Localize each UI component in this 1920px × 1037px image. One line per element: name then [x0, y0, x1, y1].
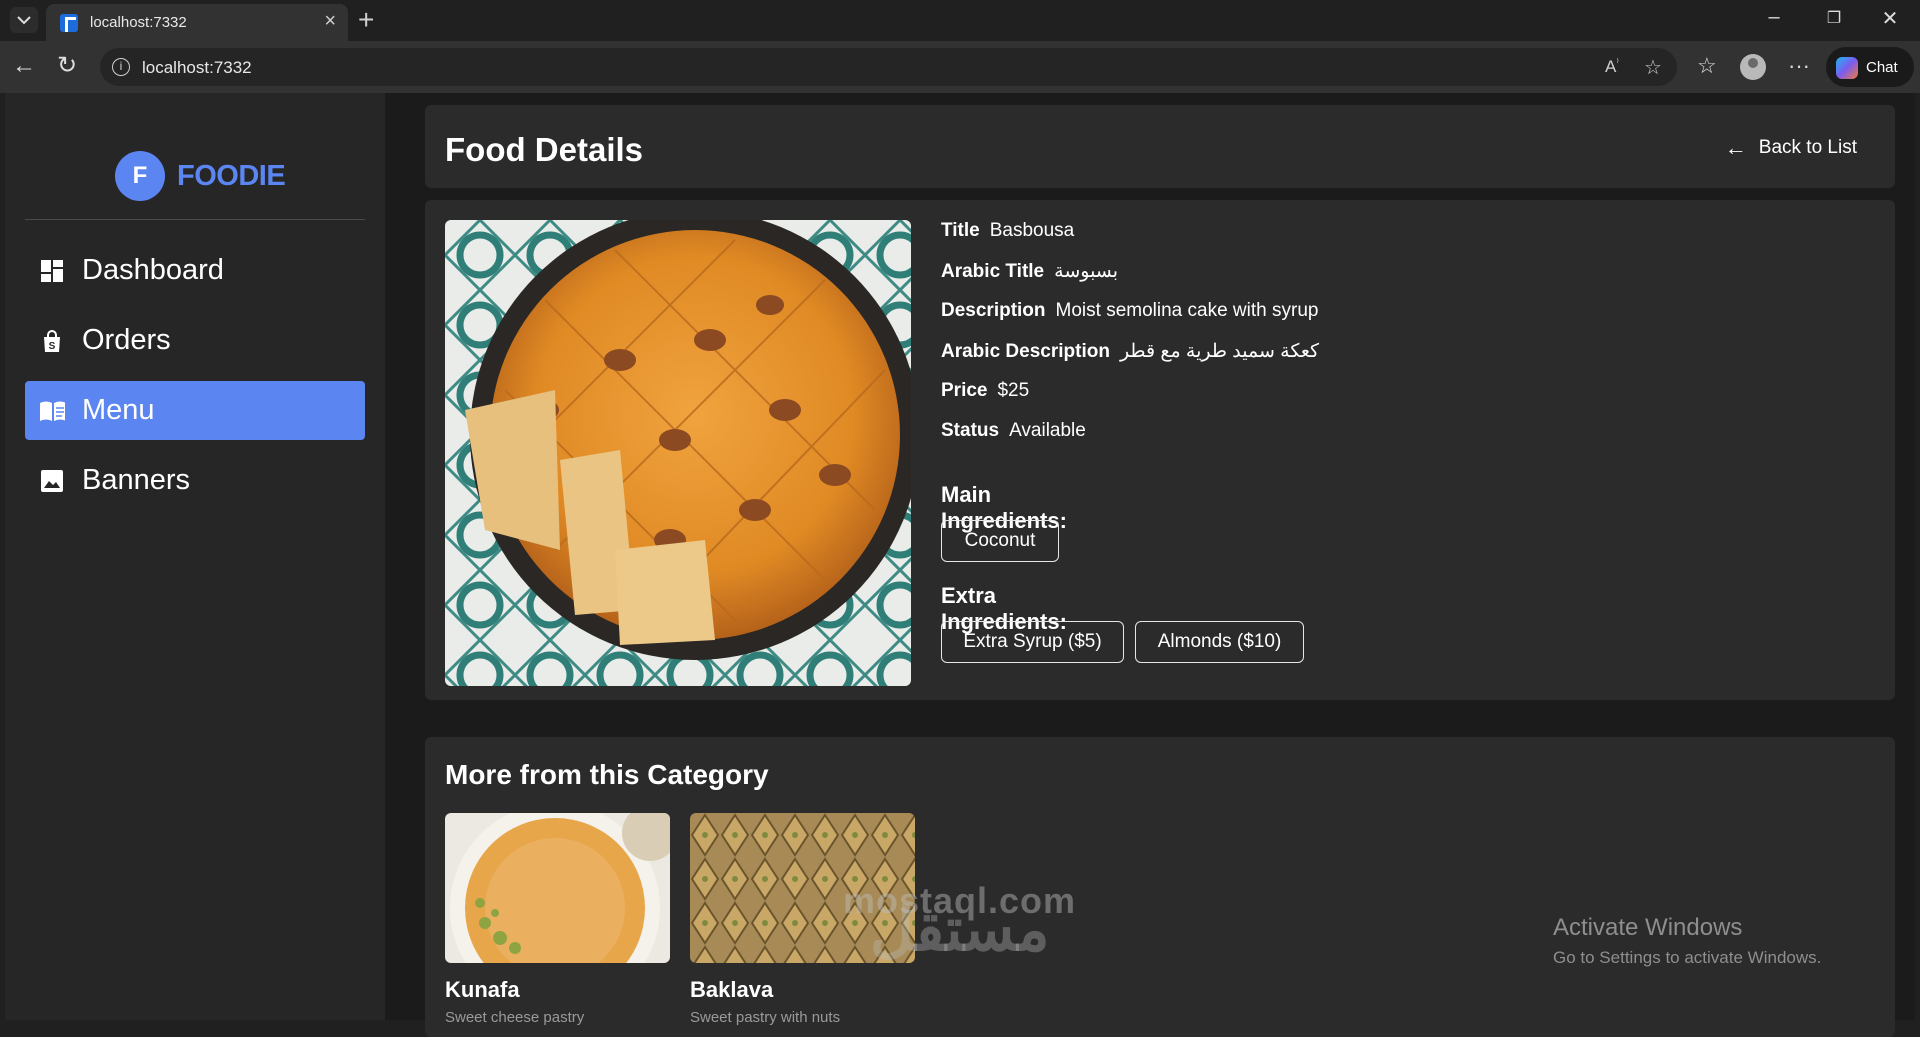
- menu-book-icon: [39, 398, 65, 424]
- address-bar-row: ← ↻ i localhost:7332 A⁾ ☆ ☆ ··· Chat: [0, 41, 1920, 93]
- watermark: mostaql.com: [843, 880, 1077, 921]
- detail-key: Arabic Description: [941, 341, 1110, 362]
- dashboard-icon: [39, 258, 65, 284]
- detail-key: Description: [941, 300, 1046, 321]
- detail-value: Moist semolina cake with syrup: [1055, 300, 1319, 321]
- detail-row-arabic-title: Arabic Title بسبوسة: [941, 260, 1118, 283]
- arrow-left-icon: ←: [1724, 135, 1747, 160]
- detail-key: Title: [941, 220, 980, 241]
- sidebar-item-label: Orders: [82, 324, 171, 356]
- read-aloud-icon[interactable]: A⁾: [1605, 57, 1619, 77]
- extra-ingredient-chip[interactable]: Extra Syrup ($5): [941, 621, 1124, 663]
- svg-text:S: S: [49, 341, 56, 352]
- chevron-down-icon: [17, 16, 31, 25]
- profile-avatar[interactable]: [1740, 54, 1766, 80]
- more-options-icon[interactable]: ···: [1788, 54, 1810, 78]
- kunafa-image[interactable]: [445, 813, 670, 963]
- chat-label: Chat: [1866, 59, 1898, 76]
- page-title: Food Details: [445, 131, 644, 168]
- window-close-button[interactable]: ✕: [1870, 6, 1910, 31]
- kunafa-desc: Sweet cheese pastry: [445, 1009, 585, 1026]
- logo-text: FOODIE: [177, 159, 286, 192]
- main-content: Food Details ← Back to List Title Basbou…: [385, 93, 1915, 1037]
- detail-key: Arabic Title: [941, 261, 1045, 282]
- activate-windows-notice: Activate Windows Go to Settings to activ…: [1553, 914, 1821, 968]
- favorite-star-icon[interactable]: ☆: [1644, 55, 1662, 80]
- back-to-list-button[interactable]: ← Back to List: [1725, 135, 1857, 161]
- food-details-card: Title Basbousa Arabic Title بسبوسة Descrip…: [425, 200, 1895, 700]
- extra-ingredient-chip[interactable]: Almonds ($10): [1135, 621, 1304, 663]
- activate-subtitle: Go to Settings to activate Windows.: [1553, 948, 1822, 967]
- sidebar-item-dashboard[interactable]: Dashboard: [25, 241, 365, 300]
- site-info-icon[interactable]: i: [112, 58, 130, 76]
- sidebar-item-label: Banners: [82, 464, 191, 496]
- favorites-icon[interactable]: ☆: [1697, 54, 1717, 78]
- tab-title: localhost:7332: [90, 14, 187, 31]
- sidebar-item-banners[interactable]: Banners: [25, 451, 365, 510]
- shopping-bag-icon: S: [39, 328, 65, 354]
- sidebar-item-orders[interactable]: S Orders: [25, 311, 365, 370]
- copilot-icon: [1836, 57, 1858, 79]
- detail-value: $25: [997, 380, 1030, 401]
- detail-value: Available: [1009, 420, 1086, 441]
- detail-row-status: Status Available: [941, 420, 1086, 442]
- tab-list-button[interactable]: [10, 7, 38, 33]
- sidebar-divider: [25, 219, 365, 220]
- detail-value: Basbousa: [989, 220, 1075, 241]
- detail-key: Price: [941, 380, 988, 401]
- kunafa-name[interactable]: Kunafa: [445, 977, 520, 1003]
- more-from-category-title: More from this Category: [445, 759, 769, 790]
- back-arrow-icon[interactable]: ←: [12, 54, 36, 78]
- food-image: [445, 220, 911, 686]
- browser-tab-bar: localhost:7332 × + – ❐ ✕: [0, 0, 1920, 41]
- more-from-category-card: More from this Category Kunafa Sweet che…: [425, 737, 1895, 1037]
- baklava-name[interactable]: Baklava: [690, 977, 773, 1003]
- sidebar-item-label: Dashboard: [82, 254, 224, 286]
- back-to-list-label: Back to List: [1758, 137, 1857, 158]
- detail-row-arabic-description: Arabic Description كعكة سميد طرية مع قطر: [941, 340, 1319, 363]
- new-tab-button[interactable]: +: [358, 4, 374, 36]
- url-text[interactable]: localhost:7332: [142, 58, 252, 78]
- detail-row-price: Price $25: [941, 380, 1029, 402]
- detail-row-description: Description Moist semolina cake with syru…: [941, 300, 1318, 322]
- close-tab-icon[interactable]: ×: [324, 11, 336, 31]
- flutter-favicon-icon: [60, 14, 78, 32]
- image-icon: [39, 468, 65, 494]
- copilot-chat-button[interactable]: Chat: [1826, 47, 1914, 87]
- reload-icon[interactable]: ↻: [57, 54, 77, 78]
- main-ingredient-chip[interactable]: Coconut: [941, 520, 1059, 562]
- detail-key: Status: [941, 420, 1000, 441]
- header-card: Food Details ← Back to List: [425, 105, 1895, 188]
- app-logo: F FOODIE: [115, 151, 286, 201]
- activate-title: Activate Windows: [1553, 914, 1743, 941]
- minimize-button[interactable]: –: [1754, 6, 1794, 29]
- detail-value: بسبوسة: [1054, 261, 1119, 282]
- sidebar-item-label: Menu: [82, 394, 155, 426]
- url-field[interactable]: i localhost:7332 A⁾ ☆: [100, 48, 1677, 86]
- baklava-desc: Sweet pastry with nuts: [690, 1009, 841, 1026]
- sidebar: F FOODIE Dashboard S Orders Menu Banners: [5, 93, 385, 1020]
- detail-value: كعكة سميد طرية مع قطر: [1119, 341, 1320, 362]
- logo-badge: F: [115, 151, 165, 201]
- detail-row-title: Title Basbousa: [941, 220, 1074, 242]
- browser-tab[interactable]: localhost:7332 ×: [46, 4, 348, 41]
- restore-button[interactable]: ❐: [1814, 8, 1854, 28]
- sidebar-item-menu[interactable]: Menu: [25, 381, 365, 440]
